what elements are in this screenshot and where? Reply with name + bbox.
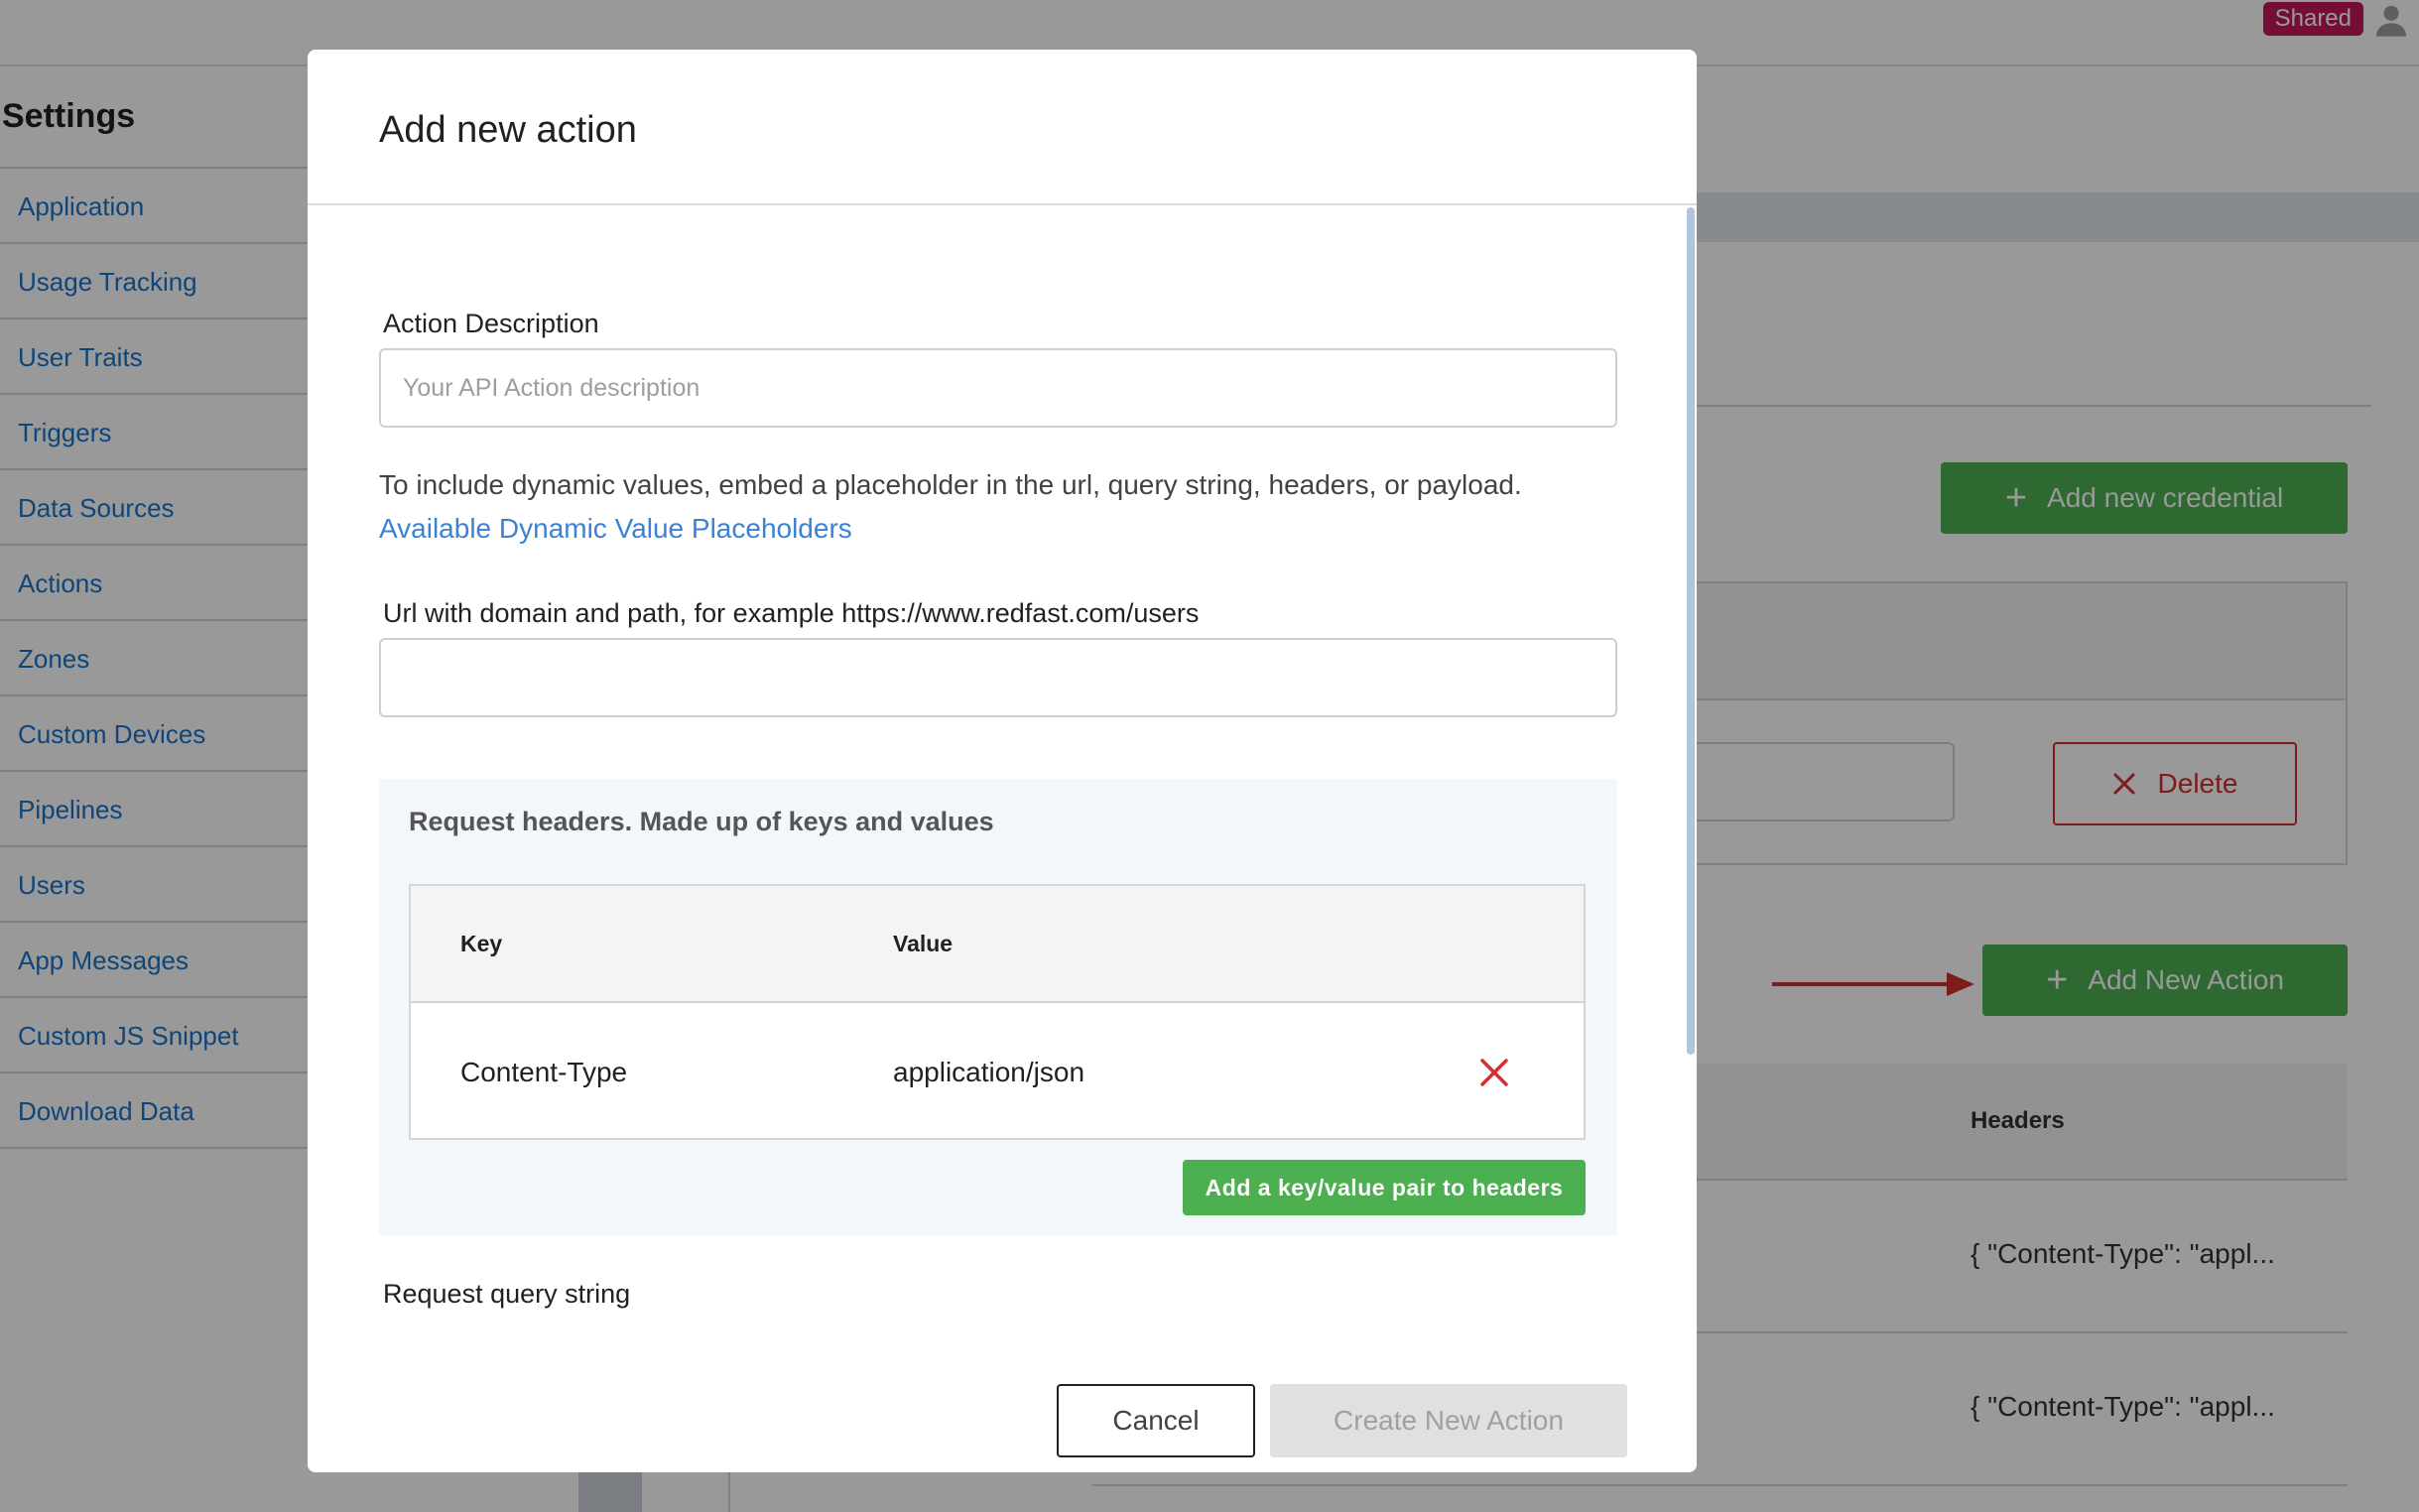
add-action-modal: Add new action Action Description To inc… (308, 50, 1697, 1472)
action-description-label: Action Description (383, 309, 599, 338)
headers-table: Key Value Content-Type application/json (409, 884, 1586, 1140)
action-description-input[interactable] (379, 348, 1617, 428)
key-column-header: Key (460, 931, 503, 956)
cancel-button[interactable]: Cancel (1057, 1384, 1255, 1457)
modal-scrollbar-thumb[interactable] (1687, 207, 1695, 1055)
request-headers-panel: Request headers. Made up of keys and val… (379, 779, 1617, 1235)
dynamic-placeholders-link[interactable]: Available Dynamic Value Placeholders (379, 513, 852, 545)
url-input[interactable] (379, 638, 1617, 717)
request-headers-title: Request headers. Made up of keys and val… (409, 807, 994, 836)
modal-footer: Cancel Create New Action (308, 1309, 1697, 1472)
header-value: application/json (893, 1057, 1085, 1087)
query-string-label: Request query string (383, 1279, 631, 1309)
modal-scrollbar[interactable] (1685, 207, 1697, 1309)
modal-body: Action Description To include dynamic va… (308, 207, 1697, 1309)
value-column-header: Value (893, 931, 954, 956)
remove-header-icon[interactable] (1478, 1057, 1510, 1088)
table-row: Content-Type application/json (411, 1005, 1584, 1140)
headers-table-header: Key Value (411, 886, 1584, 1003)
url-label: Url with domain and path, for example ht… (383, 598, 1200, 628)
create-new-action-button[interactable]: Create New Action (1270, 1384, 1627, 1457)
add-header-button[interactable]: Add a key/value pair to headers (1183, 1160, 1586, 1215)
header-key: Content-Type (460, 1057, 628, 1087)
dynamic-values-hint: To include dynamic values, embed a place… (379, 469, 1522, 500)
modal-title: Add new action (379, 109, 637, 151)
modal-header: Add new action (308, 50, 1697, 205)
